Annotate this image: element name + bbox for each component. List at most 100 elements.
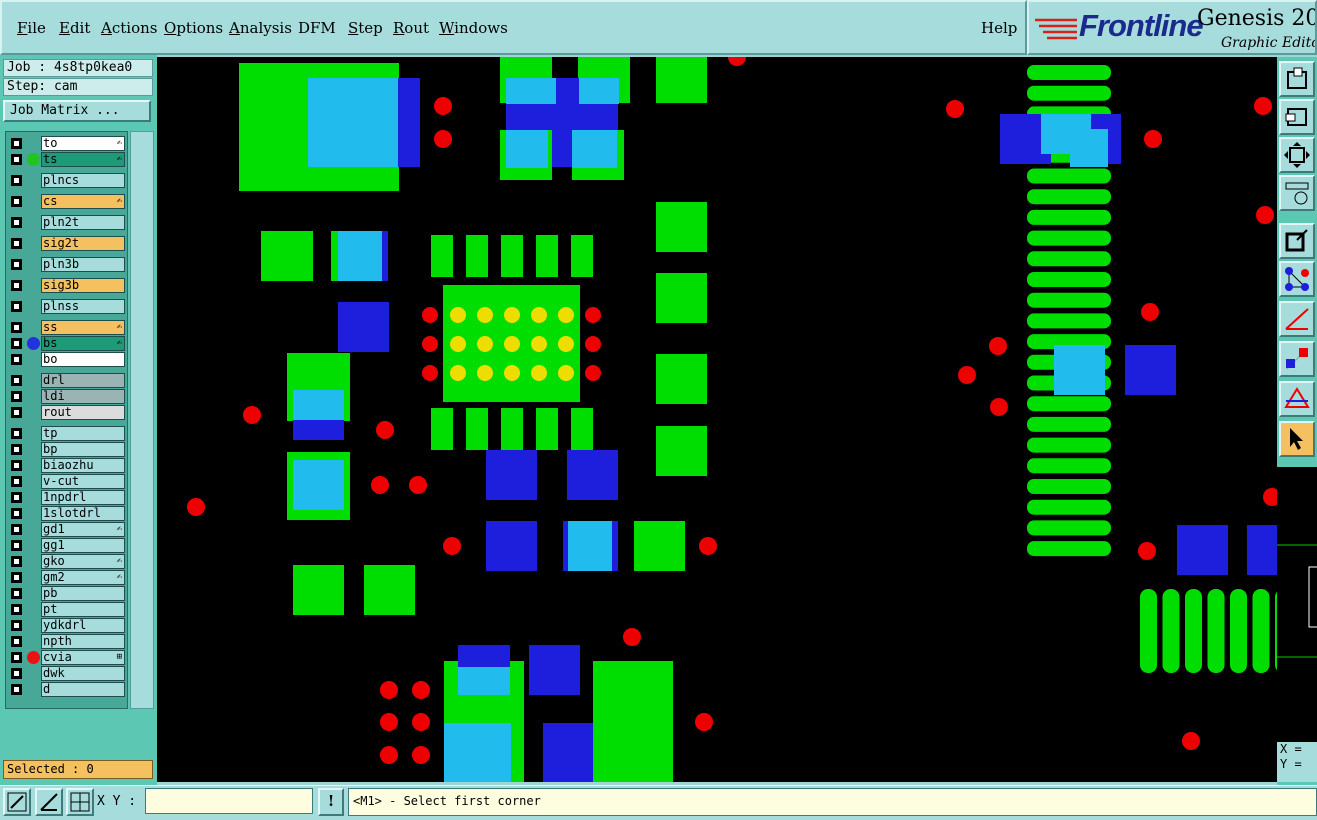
overview-map[interactable] bbox=[1277, 467, 1317, 742]
pad[interactable] bbox=[1054, 345, 1105, 395]
layer-name[interactable]: gg1 bbox=[41, 538, 125, 553]
zoom-home-button[interactable] bbox=[1279, 61, 1315, 97]
pad[interactable] bbox=[444, 723, 511, 782]
xy-input[interactable] bbox=[145, 788, 313, 814]
layer-name[interactable]: plncs bbox=[41, 173, 125, 188]
connector-finger[interactable] bbox=[1207, 589, 1225, 673]
via[interactable] bbox=[623, 628, 641, 646]
pointer-tool-button[interactable] bbox=[1279, 421, 1315, 457]
layer-row-v-cut[interactable]: v-cut bbox=[6, 474, 127, 489]
bga-ball[interactable] bbox=[477, 365, 493, 381]
layer-row-bp[interactable]: bp bbox=[6, 442, 127, 457]
layer-checkbox[interactable] bbox=[11, 217, 22, 228]
layer-checkbox[interactable] bbox=[11, 138, 22, 149]
via[interactable] bbox=[946, 100, 964, 118]
connector-finger[interactable] bbox=[1027, 85, 1111, 101]
measure-tool-button[interactable] bbox=[1279, 301, 1315, 337]
ic-lead[interactable] bbox=[536, 235, 558, 277]
snap-tool-button[interactable] bbox=[1279, 175, 1315, 211]
layer-row-pb[interactable]: pb bbox=[6, 586, 127, 601]
pad[interactable] bbox=[506, 130, 548, 168]
layer-name[interactable]: pt bbox=[41, 602, 125, 617]
ic-lead[interactable] bbox=[501, 408, 523, 450]
layer-checkbox[interactable] bbox=[11, 301, 22, 312]
layer-checkbox[interactable] bbox=[11, 407, 22, 418]
bga-ball[interactable] bbox=[504, 336, 520, 352]
layer-checkbox[interactable] bbox=[11, 354, 22, 365]
connector-finger[interactable] bbox=[1162, 589, 1180, 673]
layer-list-scrollbar[interactable] bbox=[130, 131, 154, 709]
pad[interactable] bbox=[1177, 525, 1228, 575]
via[interactable] bbox=[1138, 542, 1156, 560]
connector-finger[interactable] bbox=[1140, 589, 1157, 673]
layer-row-bo[interactable]: bo bbox=[6, 352, 127, 367]
via[interactable] bbox=[376, 421, 394, 439]
ic-lead[interactable] bbox=[571, 408, 593, 450]
layer-name[interactable]: rout bbox=[41, 405, 125, 420]
via[interactable] bbox=[243, 406, 261, 424]
layer-row-gm2[interactable]: gm2 ✍ bbox=[6, 570, 127, 585]
connector-finger[interactable] bbox=[1027, 65, 1111, 80]
layer-checkbox[interactable] bbox=[11, 154, 22, 165]
layer-name[interactable]: d bbox=[41, 682, 125, 697]
layer-name[interactable]: gd1 ✍ bbox=[41, 522, 125, 537]
layer-checkbox[interactable] bbox=[11, 588, 22, 599]
layer-checkbox[interactable] bbox=[11, 196, 22, 207]
layer-name[interactable]: bs ✍ bbox=[41, 336, 125, 351]
connector-finger[interactable] bbox=[1027, 396, 1111, 412]
layer-name[interactable]: v-cut bbox=[41, 474, 125, 489]
via[interactable] bbox=[1144, 130, 1162, 148]
layer-name[interactable]: ts ✍ bbox=[41, 152, 125, 167]
connector-finger[interactable] bbox=[1027, 292, 1111, 308]
connector-finger[interactable] bbox=[1027, 520, 1111, 536]
ic-lead[interactable] bbox=[466, 235, 488, 277]
pad[interactable] bbox=[567, 450, 618, 500]
layer-row-dwk[interactable]: dwk bbox=[6, 666, 127, 681]
pad[interactable] bbox=[1070, 129, 1108, 167]
via[interactable] bbox=[434, 130, 452, 148]
via[interactable] bbox=[443, 537, 461, 555]
bga-ball[interactable] bbox=[558, 336, 574, 352]
via[interactable] bbox=[1263, 488, 1277, 506]
bga-ball[interactable] bbox=[477, 336, 493, 352]
menu-windows[interactable]: Windows bbox=[439, 19, 508, 37]
layer-name[interactable]: gm2 ✍ bbox=[41, 570, 125, 585]
zoom-out-button[interactable] bbox=[3, 788, 31, 816]
layer-checkbox[interactable] bbox=[11, 375, 22, 386]
connector-finger[interactable] bbox=[1027, 168, 1111, 184]
layer-row-ldi[interactable]: ldi bbox=[6, 389, 127, 404]
pad[interactable] bbox=[486, 521, 537, 571]
menu-help[interactable]: Help bbox=[981, 19, 1017, 37]
layer-checkbox[interactable] bbox=[11, 508, 22, 519]
pad[interactable] bbox=[458, 667, 510, 695]
pcb-layout[interactable] bbox=[157, 57, 1277, 782]
layer-checkbox[interactable] bbox=[11, 668, 22, 679]
layer-row-pln2t[interactable]: pln2t bbox=[6, 215, 127, 230]
layer-name[interactable]: drl bbox=[41, 373, 125, 388]
layer-checkbox[interactable] bbox=[11, 524, 22, 535]
bga-ball[interactable] bbox=[504, 307, 520, 323]
menu-options[interactable]: Options bbox=[164, 19, 223, 37]
via[interactable] bbox=[412, 713, 430, 731]
layer-row-ss[interactable]: ss ✍ bbox=[6, 320, 127, 335]
via[interactable] bbox=[585, 365, 601, 381]
connector-finger[interactable] bbox=[1027, 458, 1111, 474]
connector-finger[interactable] bbox=[1027, 541, 1111, 557]
via[interactable] bbox=[1182, 732, 1200, 750]
ic-lead[interactable] bbox=[536, 408, 558, 450]
connector-finger[interactable] bbox=[1027, 479, 1111, 494]
menu-analysis[interactable]: Analysis bbox=[229, 19, 292, 37]
layer-row-biaozhu[interactable]: biaozhu bbox=[6, 458, 127, 473]
layer-row-1slotdrl[interactable]: 1slotdrl bbox=[6, 506, 127, 521]
layer-row-gd1[interactable]: gd1 ✍ bbox=[6, 522, 127, 537]
pad[interactable] bbox=[572, 130, 617, 168]
bga-ball[interactable] bbox=[504, 365, 520, 381]
via[interactable] bbox=[699, 537, 717, 555]
layer-name[interactable]: tp bbox=[41, 426, 125, 441]
layer-checkbox[interactable] bbox=[11, 492, 22, 503]
layer-checkbox[interactable] bbox=[11, 175, 22, 186]
connector-finger[interactable] bbox=[1027, 272, 1111, 287]
layer-row-rout[interactable]: rout bbox=[6, 405, 127, 420]
via[interactable] bbox=[380, 713, 398, 731]
layer-row-npth[interactable]: npth bbox=[6, 634, 127, 649]
